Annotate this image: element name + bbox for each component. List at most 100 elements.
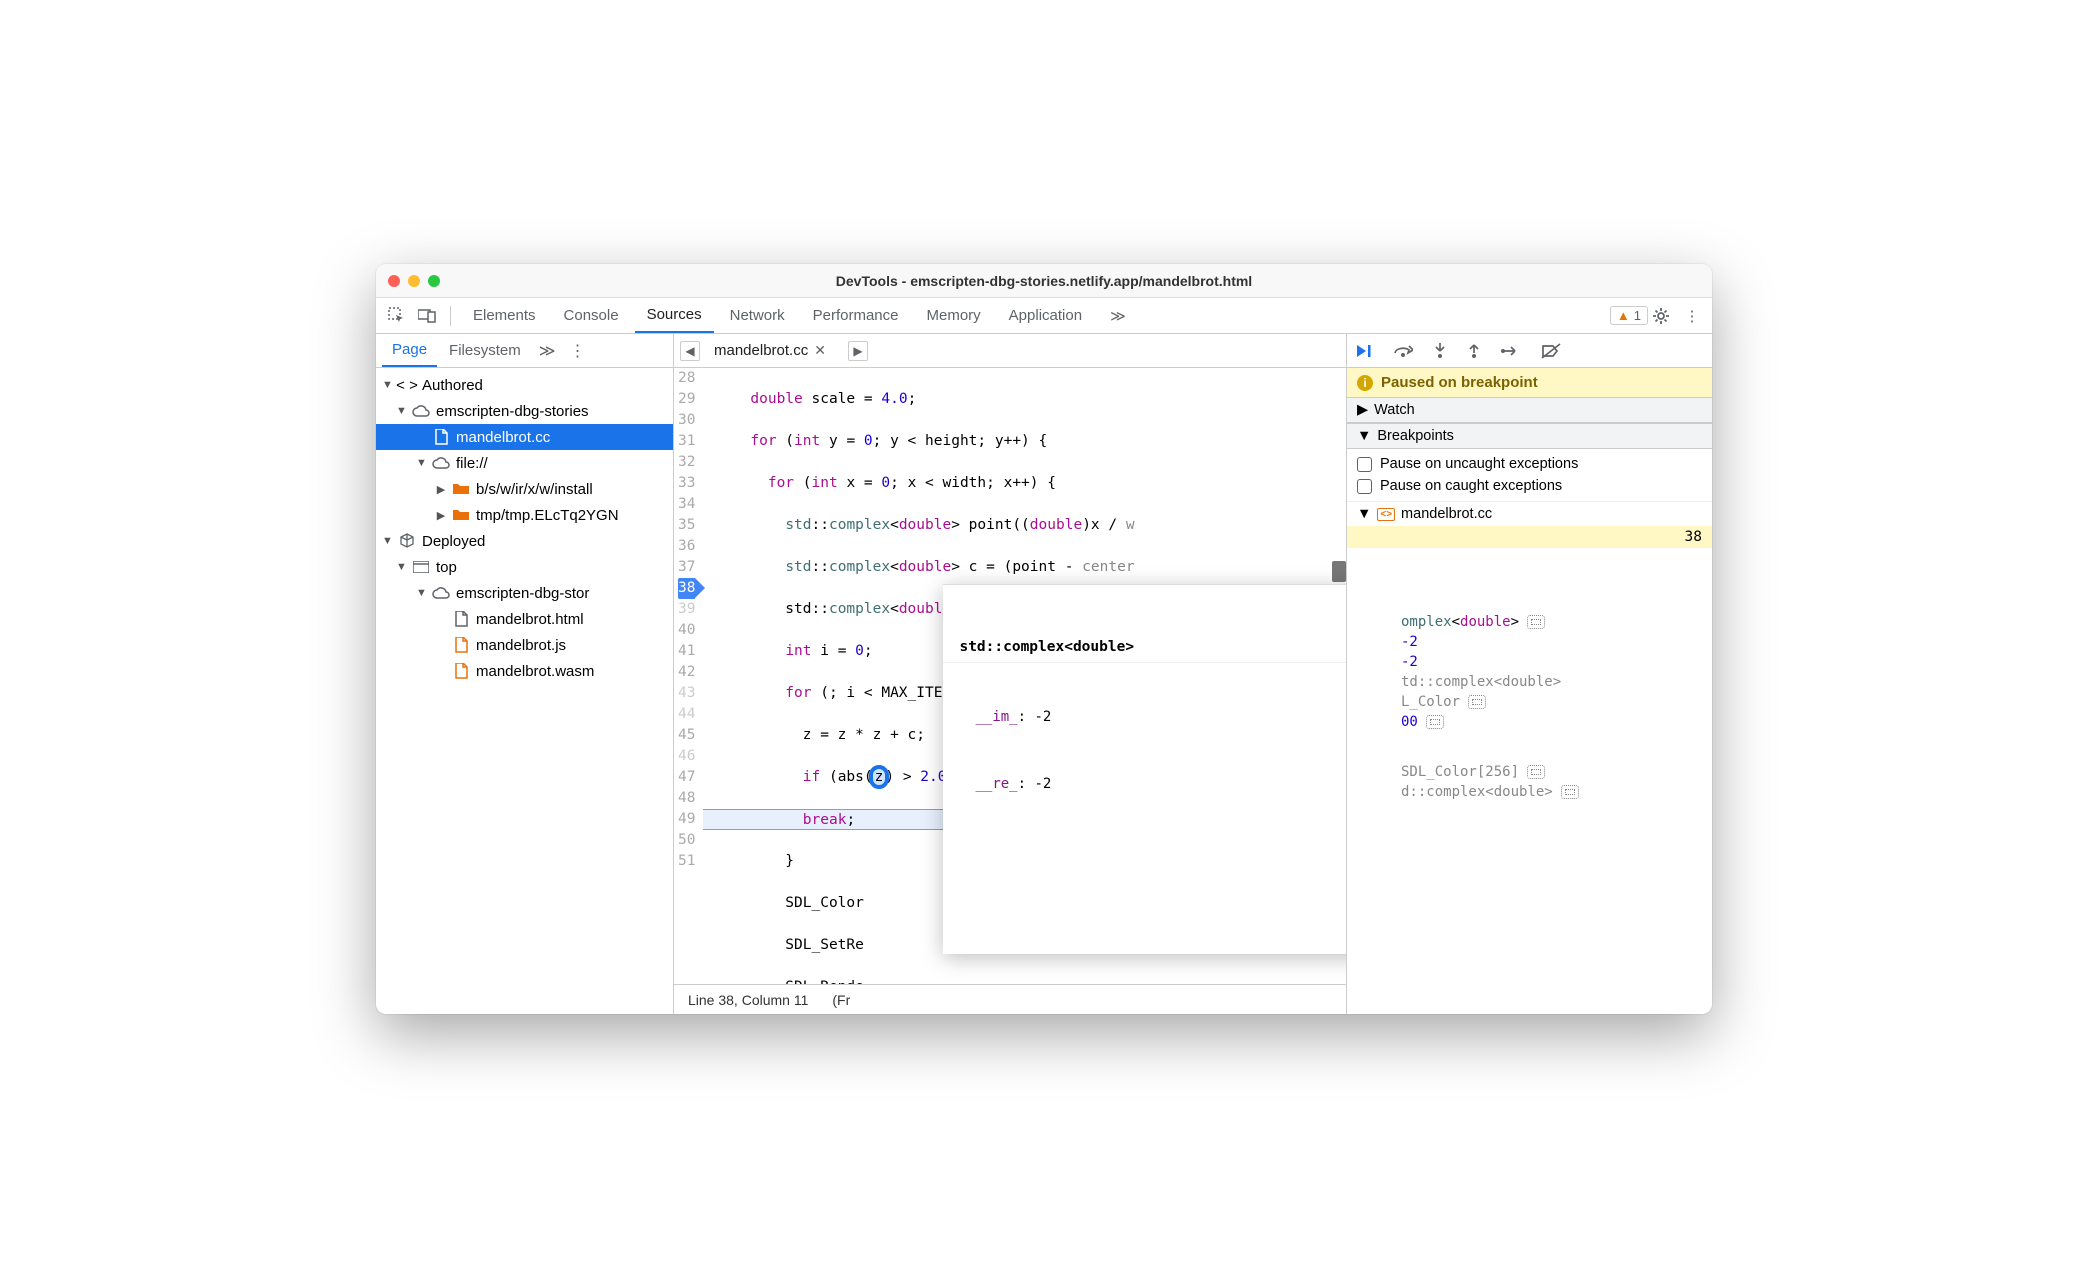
paused-banner: i Paused on breakpoint xyxy=(1347,368,1712,397)
folder-icon xyxy=(452,483,470,495)
window-title: DevTools - emscripten-dbg-stories.netlif… xyxy=(376,273,1712,289)
chevron-down-icon: ▼ xyxy=(1357,506,1371,522)
tree-deployed[interactable]: ▼Deployed xyxy=(376,528,673,554)
step-icon[interactable] xyxy=(1501,345,1521,357)
navigator-overflow[interactable]: ≫ xyxy=(533,341,562,361)
close-tab-icon[interactable]: ✕ xyxy=(814,342,826,359)
issues-badge[interactable]: ▲ 1 xyxy=(1610,306,1648,325)
step-into-icon[interactable] xyxy=(1433,343,1447,359)
tree-file-proto[interactable]: ▼file:// xyxy=(376,450,673,476)
file-tab-bar: ◀ mandelbrot.cc ✕ ▶ xyxy=(674,334,1346,368)
tree-file-wasm[interactable]: mandelbrot.wasm xyxy=(376,658,673,684)
file-icon xyxy=(432,429,450,445)
breakpoint-marker[interactable]: 38 xyxy=(678,578,695,599)
breakpoints-body: Pause on uncaught exceptions Pause on ca… xyxy=(1347,449,1712,501)
tabs-overflow[interactable]: ≫ xyxy=(1098,298,1138,333)
navigator-tab-page[interactable]: Page xyxy=(382,334,437,367)
main-toolbar: Elements Console Sources Network Perform… xyxy=(376,298,1712,334)
tab-console[interactable]: Console xyxy=(552,298,631,333)
value-tooltip: std::complex<double> __im_: -2 __re_: -2 xyxy=(943,584,1346,954)
breakpoint-file[interactable]: ▼ <> mandelbrot.cc xyxy=(1347,501,1712,526)
breakpoint-line[interactable]: 38 xyxy=(1347,526,1712,548)
tab-sources[interactable]: Sources xyxy=(635,298,714,333)
pause-caught-row[interactable]: Pause on caught exceptions xyxy=(1357,475,1702,497)
scope-var[interactable]: omplex<double> xyxy=(1347,612,1712,632)
tree-top[interactable]: ▼top xyxy=(376,554,673,580)
file-tab-label: mandelbrot.cc xyxy=(714,342,808,359)
scope-list: omplex<double> -2 -2 td::complex<double>… xyxy=(1347,608,1712,806)
status-extra: (Fr xyxy=(832,992,850,1008)
memory-chip-icon[interactable] xyxy=(1426,715,1444,729)
memory-chip-icon[interactable] xyxy=(1527,615,1545,629)
titlebar: DevTools - emscripten-dbg-stories.netlif… xyxy=(376,264,1712,298)
code-content[interactable]: double scale = 4.0; for (int y = 0; y < … xyxy=(703,368,1346,984)
device-toggle-icon[interactable] xyxy=(414,309,440,323)
file-tree[interactable]: ▼< >Authored ▼emscripten-dbg-stories man… xyxy=(376,368,673,1014)
scope-var[interactable]: SDL_Color[256] xyxy=(1347,762,1712,782)
tree-file-js[interactable]: mandelbrot.js xyxy=(376,632,673,658)
tab-network[interactable]: Network xyxy=(718,298,797,333)
tree-domain-esds[interactable]: ▼emscripten-dbg-stories xyxy=(376,398,673,424)
more-icon[interactable]: ⋮ xyxy=(1680,307,1704,325)
tree-folder-bsw[interactable]: ▶b/s/w/ir/x/w/install xyxy=(376,476,673,502)
hover-variable-z[interactable]: z xyxy=(873,769,886,785)
checkbox[interactable] xyxy=(1357,479,1372,494)
chevron-down-icon: ▼ xyxy=(1357,428,1371,444)
section-watch[interactable]: ▶Watch xyxy=(1347,397,1712,423)
tooltip-type: std::complex<double> xyxy=(943,633,1346,663)
warning-icon: ▲ xyxy=(1617,308,1630,323)
tree-authored[interactable]: ▼< >Authored xyxy=(376,372,673,398)
navigator-tab-filesystem[interactable]: Filesystem xyxy=(439,334,531,367)
file-icon xyxy=(452,611,470,627)
tab-elements[interactable]: Elements xyxy=(461,298,548,333)
settings-icon[interactable] xyxy=(1652,307,1676,325)
line-gutter[interactable]: 2829303132333435363738394041424344454647… xyxy=(674,368,703,984)
debugger-toggle-icon[interactable]: ▶ xyxy=(848,341,868,361)
traffic-lights xyxy=(388,275,440,287)
tooltip-row: __re_: -2 xyxy=(943,772,1346,797)
scope-var[interactable]: d::complex<double> xyxy=(1347,782,1712,802)
chevron-right-icon: ▶ xyxy=(1357,402,1368,418)
cloud-icon xyxy=(412,405,430,417)
inspect-icon[interactable] xyxy=(384,307,410,325)
memory-chip-icon[interactable] xyxy=(1468,695,1486,709)
tab-memory[interactable]: Memory xyxy=(915,298,993,333)
devtools-window: DevTools - emscripten-dbg-stories.netlif… xyxy=(376,264,1712,1014)
tab-performance[interactable]: Performance xyxy=(801,298,911,333)
cloud-icon xyxy=(432,457,450,469)
cursor-position: Line 38, Column 11 xyxy=(688,992,808,1008)
brackets-icon: < > xyxy=(398,377,416,394)
resume-icon[interactable] xyxy=(1355,343,1373,359)
memory-chip-icon[interactable] xyxy=(1561,785,1579,799)
step-out-icon[interactable] xyxy=(1467,343,1481,359)
scope-var[interactable]: -2 xyxy=(1347,632,1712,652)
close-window-button[interactable] xyxy=(388,275,400,287)
nav-toggle-icon[interactable]: ◀ xyxy=(680,341,700,361)
checkbox[interactable] xyxy=(1357,457,1372,472)
tooltip-row: __im_: -2 xyxy=(943,705,1346,730)
file-tab-mandelbrot[interactable]: mandelbrot.cc ✕ xyxy=(708,342,832,359)
navigator-panel: Page Filesystem ≫ ⋮ ▼< >Authored ▼emscri… xyxy=(376,334,674,1014)
scope-var[interactable]: L_Color xyxy=(1347,692,1712,712)
section-breakpoints[interactable]: ▼Breakpoints xyxy=(1347,423,1712,449)
tree-domain-esds2[interactable]: ▼emscripten-dbg-stor xyxy=(376,580,673,606)
tree-folder-tmp[interactable]: ▶tmp/tmp.ELcTq2YGN xyxy=(376,502,673,528)
debugger-toolbar xyxy=(1347,334,1712,368)
info-icon: i xyxy=(1357,375,1373,391)
pause-uncaught-row[interactable]: Pause on uncaught exceptions xyxy=(1357,453,1702,475)
tab-application[interactable]: Application xyxy=(997,298,1094,333)
frame-icon xyxy=(412,561,430,573)
zoom-window-button[interactable] xyxy=(428,275,440,287)
code-editor[interactable]: 2829303132333435363738394041424344454647… xyxy=(674,368,1346,984)
minimize-window-button[interactable] xyxy=(408,275,420,287)
scope-var[interactable]: td::complex<double> xyxy=(1347,672,1712,692)
editor-panel: ◀ mandelbrot.cc ✕ ▶ 28293031323334353637… xyxy=(674,334,1347,1014)
navigator-more-icon[interactable]: ⋮ xyxy=(563,341,591,361)
step-over-icon[interactable] xyxy=(1393,344,1413,358)
scope-var[interactable]: -2 xyxy=(1347,652,1712,672)
tree-file-mandelbrot-cc[interactable]: mandelbrot.cc xyxy=(376,424,673,450)
memory-chip-icon[interactable] xyxy=(1527,765,1545,779)
tree-file-html[interactable]: mandelbrot.html xyxy=(376,606,673,632)
deactivate-breakpoints-icon[interactable] xyxy=(1541,343,1561,359)
scope-var[interactable]: 00 xyxy=(1347,712,1712,732)
